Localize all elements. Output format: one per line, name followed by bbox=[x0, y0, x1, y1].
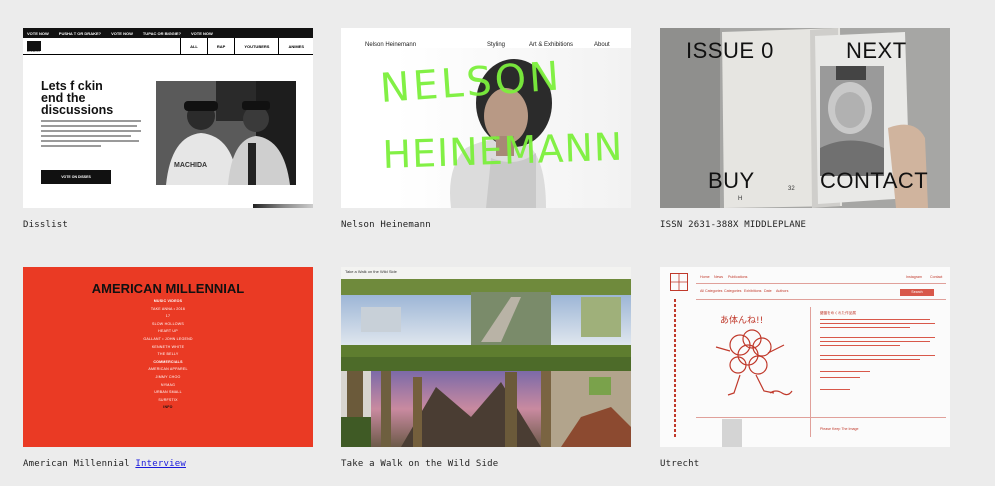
project-card-disslist[interactable]: VOTE NOW PUSHA T OR DRAKE? VOTE NOW TUPA… bbox=[23, 28, 313, 230]
site-nav: DISSLIST ALL RAP YOUTUBERS ANIMES bbox=[23, 38, 313, 55]
project-caption[interactable]: Nelson Heinemann bbox=[341, 220, 631, 230]
project-caption: American Millennial Interview bbox=[23, 459, 313, 469]
list-item: MUSIC VIDEOS bbox=[153, 299, 183, 303]
list-item: URBAN SMALL bbox=[154, 390, 182, 395]
ticker-item: PUSHA T OR DRAKE? bbox=[58, 30, 102, 36]
nav-tab: RAP bbox=[206, 38, 234, 54]
filter-item: Categories bbox=[724, 289, 742, 293]
nav-tab: ALL bbox=[180, 38, 207, 54]
search-button: Search bbox=[900, 289, 934, 296]
project-card-middleplane[interactable]: ISSUE 0 NEXT BUY CONTACT H 32 ISSN 2631-… bbox=[660, 28, 950, 230]
caption-text[interactable]: American Millennial bbox=[23, 459, 130, 469]
list-item: JIMMY CHOO bbox=[155, 374, 181, 379]
filter-item: Date bbox=[764, 289, 772, 293]
logo-label: DISSLIST bbox=[27, 49, 41, 53]
project-card-nelson-heinemann[interactable]: Nelson Heinemann Styling Art & Exhibitio… bbox=[341, 28, 631, 230]
project-card-utrecht[interactable]: Home News Publications Instagram Contact… bbox=[660, 267, 950, 469]
ticker-bar: VOTE NOW PUSHA T OR DRAKE? VOTE NOW TUPA… bbox=[23, 28, 313, 38]
vote-button: VOTE ON DISSES bbox=[41, 170, 111, 184]
hero-photo: MACHIDA bbox=[156, 81, 296, 185]
page-number: 32 bbox=[788, 186, 795, 192]
buy-link: BUY bbox=[708, 168, 755, 193]
nav-tab: YOUTUBERS bbox=[234, 38, 278, 54]
filter-item: Authors bbox=[776, 289, 789, 293]
list-item: SLOW HOLLOWS bbox=[152, 321, 184, 326]
nav-item: News bbox=[714, 275, 723, 279]
project-thumbnail[interactable]: Take a Walk on the Wild Side bbox=[341, 267, 631, 447]
list-item: KENNETH WHITE bbox=[151, 344, 185, 349]
list-item: GALLANT • JOHN LEGEND bbox=[143, 336, 193, 341]
footer-title: Please Keep The Image bbox=[820, 427, 859, 431]
project-thumbnail[interactable]: ISSUE 0 NEXT BUY CONTACT H 32 bbox=[660, 28, 950, 208]
filter-item: All Categories bbox=[700, 289, 723, 293]
interview-link[interactable]: Interview bbox=[135, 459, 186, 469]
hero-line: discussions bbox=[41, 103, 114, 117]
project-caption[interactable]: Disslist bbox=[23, 220, 313, 230]
sketch-illustration: あ体んね!! bbox=[715, 314, 793, 396]
list-item: THE BELLY bbox=[157, 352, 179, 357]
ticker-item: VOTE NOW bbox=[27, 30, 49, 36]
list-item: HEART UP bbox=[158, 329, 178, 334]
hero-title: Lets f ckin end the discussions bbox=[41, 80, 114, 117]
svg-text:MACHIDA: MACHIDA bbox=[174, 162, 207, 169]
list-item: SURFSTIX bbox=[158, 397, 178, 402]
project-caption[interactable]: Take a Walk on the Wild Side bbox=[341, 459, 631, 469]
list-item: NYMAG bbox=[160, 382, 176, 387]
decorative-bar bbox=[253, 204, 313, 208]
project-thumbnail[interactable]: VOTE NOW PUSHA T OR DRAKE? VOTE NOW TUPA… bbox=[23, 28, 313, 208]
filter-item: Exhibitions bbox=[744, 289, 762, 293]
nav-item: Publications bbox=[728, 275, 748, 279]
scrawl-line: HEINEMANN bbox=[382, 125, 624, 177]
project-caption[interactable]: ISSN 2631-388X MIDDLEPLANE bbox=[660, 220, 950, 230]
nav-item: Home bbox=[700, 275, 710, 279]
project-thumbnail[interactable]: AMERICAN MILLENNIAL MUSIC VIDEOS TAKE ANN… bbox=[23, 267, 313, 447]
nav-item: Instagram bbox=[906, 275, 922, 279]
issue-link: ISSUE 0 bbox=[686, 38, 774, 63]
svg-text:あ体んね!!: あ体んね!! bbox=[720, 314, 763, 326]
contact-link: CONTACT bbox=[820, 168, 929, 193]
collage bbox=[341, 267, 631, 447]
project-card-american-millennial[interactable]: AMERICAN MILLENNIAL MUSIC VIDEOS TAKE ANN… bbox=[23, 267, 313, 469]
page-mark: H bbox=[738, 196, 743, 202]
project-card-wild-side[interactable]: Take a Walk on the Wild Side Take a Walk… bbox=[341, 267, 631, 469]
list-item: TAKE ANNA • 2016 bbox=[150, 306, 186, 311]
list-item: INFO bbox=[163, 405, 173, 410]
thumbnail-image bbox=[722, 419, 742, 447]
list-item: 17 bbox=[165, 314, 171, 319]
next-link: NEXT bbox=[846, 38, 907, 63]
ticker-item: VOTE NOW bbox=[111, 30, 133, 36]
site-logo bbox=[670, 273, 688, 291]
handwritten-name-scrawl: NELSON HEINEMANN bbox=[378, 53, 624, 177]
ticker-item: VOTE NOW bbox=[191, 30, 213, 36]
site-title: AMERICAN MILLENNIAL bbox=[91, 281, 245, 296]
nav-tab: ANIMES bbox=[278, 38, 313, 54]
list-item: COMMERCIALS bbox=[153, 359, 183, 364]
vertical-text bbox=[674, 299, 679, 439]
body-text-block bbox=[41, 120, 141, 150]
article-title: 鍵盤をめくれた作品展 bbox=[820, 311, 856, 315]
nav-item: Contact bbox=[930, 275, 943, 279]
project-caption[interactable]: Utrecht bbox=[660, 459, 950, 469]
project-thumbnail[interactable]: Nelson Heinemann Styling Art & Exhibitio… bbox=[341, 28, 631, 208]
project-thumbnail[interactable]: Home News Publications Instagram Contact… bbox=[660, 267, 950, 447]
scrawl-line: NELSON bbox=[378, 53, 563, 112]
project-list: MUSIC VIDEOS TAKE ANNA • 2016 17 SLOW HOLLO… bbox=[23, 298, 313, 412]
site-header: Take a Walk on the Wild Side bbox=[345, 269, 397, 274]
list-item: AMERICAN APPAREL bbox=[148, 367, 188, 372]
ticker-item: TUPAC OR BIGGIE? bbox=[142, 30, 182, 36]
